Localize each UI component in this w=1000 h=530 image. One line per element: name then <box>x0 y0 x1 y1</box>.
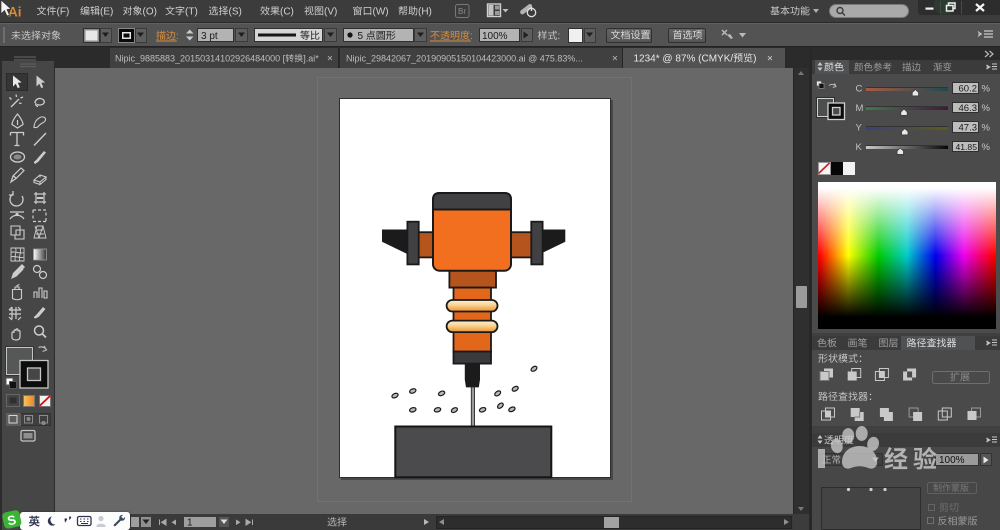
svg-text:(V): (V) <box>324 7 337 18</box>
svg-text:M: M <box>856 103 864 114</box>
svg-text:(E): (E) <box>100 7 113 18</box>
svg-text:(F): (F) <box>57 7 70 18</box>
svg-text:×: × <box>767 54 773 65</box>
svg-text:Y: Y <box>856 123 863 134</box>
svg-text:(S): (S) <box>229 7 242 18</box>
svg-text:(H): (H) <box>418 7 432 18</box>
svg-text:].ai* @ 2...: ].ai* @ 2... <box>303 54 345 64</box>
svg-text:3 pt: 3 pt <box>201 31 218 42</box>
svg-text:60.2: 60.2 <box>959 84 978 95</box>
svg-text:×: × <box>612 54 618 65</box>
svg-text:): ) <box>753 54 756 65</box>
svg-text:1234* @ 87% (CMYK/: 1234* @ 87% (CMYK/ <box>634 54 734 65</box>
svg-text:41.85: 41.85 <box>955 142 977 152</box>
svg-text:100%: 100% <box>482 31 508 42</box>
svg-text:×: × <box>327 54 333 65</box>
svg-text:%: % <box>982 84 991 95</box>
svg-text:Br: Br <box>458 7 466 16</box>
svg-text:%: % <box>982 142 991 153</box>
svg-text:46.3: 46.3 <box>959 103 978 114</box>
svg-text:Nipic_29842067_201909051501044: Nipic_29842067_20190905150104423000.ai @… <box>346 54 583 64</box>
svg-text::: : <box>176 31 179 42</box>
svg-text:(W): (W) <box>373 7 389 18</box>
svg-text:(T): (T) <box>185 7 198 18</box>
svg-text:(O): (O) <box>143 7 157 18</box>
svg-text::: : <box>558 31 561 42</box>
svg-text:1: 1 <box>187 518 193 529</box>
svg-text:(C): (C) <box>280 7 294 18</box>
svg-text:47.3: 47.3 <box>959 123 978 134</box>
svg-text:5: 5 <box>358 31 364 42</box>
svg-text::: : <box>470 31 473 42</box>
svg-text:Nipic_9885883_2015031410292648: Nipic_9885883_20150314102926484000 [ <box>115 54 286 64</box>
svg-text:K: K <box>856 142 863 153</box>
svg-text:Ai: Ai <box>8 5 22 20</box>
svg-text:100%: 100% <box>939 455 965 466</box>
svg-text:%: % <box>982 103 991 114</box>
svg-text:C: C <box>856 84 863 95</box>
svg-text:%: % <box>982 123 991 134</box>
